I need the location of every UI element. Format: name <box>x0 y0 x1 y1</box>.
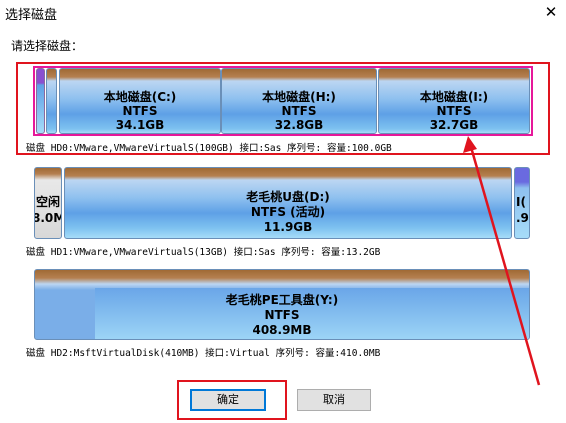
arrow-line <box>469 146 541 386</box>
annotation-arrow <box>463 136 541 386</box>
arrow-head-icon <box>463 136 477 153</box>
